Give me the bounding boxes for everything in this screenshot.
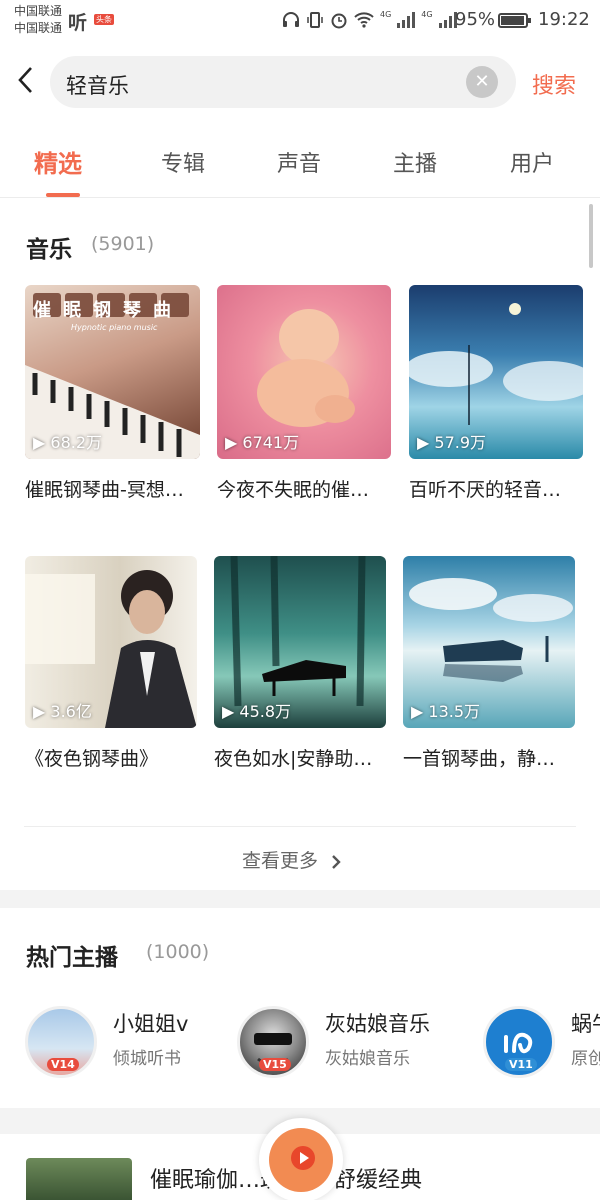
album-title: 夜色如水|安静助…	[214, 748, 373, 770]
section-count: (1000)	[146, 941, 210, 963]
level-badge: V11	[505, 1058, 537, 1071]
play-count: ▶ 68.2万	[33, 433, 103, 452]
play-count: ▶ 3.6亿	[33, 702, 92, 721]
vibrate-icon	[307, 12, 323, 28]
scrollbar[interactable]	[589, 204, 593, 268]
play-count: ▶ 57.9万	[417, 433, 487, 452]
anchor-name: 小姐姐v	[113, 1012, 189, 1036]
anchor-name: 蜗牛	[571, 1012, 600, 1036]
album-cover: 催眠钢琴曲 Hypnotic piano music ▶ 68.2万	[25, 285, 200, 459]
album-title: 今夜不失眠的催…	[217, 479, 370, 501]
album-cover: ▶ 57.9万	[409, 285, 583, 459]
active-tab-indicator	[46, 193, 80, 197]
battery-icon	[498, 13, 531, 28]
signal-2-icon	[438, 12, 457, 28]
album-title: 《夜色钢琴曲》	[25, 748, 159, 770]
search-header: 轻音乐 ✕ 搜索	[0, 40, 600, 124]
network-1: 4G	[380, 10, 392, 19]
section-count: (5901)	[91, 233, 155, 255]
anchor-subtitle: 原创	[571, 1049, 600, 1069]
play-icon: ▶	[222, 702, 240, 721]
see-more-button[interactable]: 查看更多	[242, 846, 344, 873]
alarm-icon	[331, 13, 347, 29]
play-count: ▶ 6741万	[225, 433, 300, 452]
tab-albums[interactable]: 专辑	[161, 146, 205, 178]
cover-subtext: Hypnotic piano music	[71, 323, 158, 332]
search-query: 轻音乐	[66, 74, 129, 98]
carrier-2: 中国联通	[14, 21, 63, 35]
music-section: 音乐 (5901) 催眠钢琴曲 Hypnotic piano music ▶ 6…	[0, 198, 600, 890]
tab-bar: 精选 专辑 声音 主播 用户	[0, 124, 600, 198]
play-icon: ▶	[33, 702, 51, 721]
play-icon: ▶	[417, 433, 435, 452]
play-count: ▶ 13.5万	[411, 702, 481, 721]
anchor-subtitle: 倾城听书	[113, 1049, 181, 1069]
album-title: 一首钢琴曲，静…	[403, 748, 556, 770]
anchor-name: 灰姑娘音乐	[325, 1012, 430, 1036]
album-cover: ▶ 6741万	[217, 285, 391, 459]
hot-anchors-section: 热门主播 (1000) V14 小姐姐v 倾城听书 V15 灰姑娘音乐 灰姑娘音…	[0, 908, 600, 1108]
clock: 19:22	[538, 9, 590, 30]
album-cover: ▶ 3.6亿	[25, 556, 197, 728]
tab-sounds[interactable]: 声音	[277, 146, 321, 178]
status-icons: 4G 4G	[282, 10, 457, 30]
signal-1-icon	[397, 12, 416, 28]
play-icon: ▶	[225, 433, 243, 452]
cover-text: 催眠钢琴曲	[33, 300, 183, 321]
wifi-icon	[354, 12, 374, 28]
player-cover	[269, 1128, 333, 1192]
headphones-icon	[283, 12, 299, 27]
album-title: 催眠钢琴曲-冥想…	[25, 479, 184, 501]
album-thumbnail	[26, 1158, 132, 1200]
level-badge: V15	[259, 1058, 291, 1071]
chevron-right-icon	[332, 854, 341, 869]
search-button[interactable]: 搜索	[532, 68, 576, 100]
chevron-left-icon[interactable]	[16, 66, 36, 94]
play-icon: ▶	[33, 433, 51, 452]
play-icon: ▶	[411, 702, 429, 721]
anchor-subtitle: 灰姑娘音乐	[325, 1049, 410, 1069]
battery-percent: 95%	[455, 9, 496, 30]
section-title: 音乐	[26, 237, 72, 263]
see-more-label: 查看更多	[242, 850, 319, 872]
carrier-1: 中国联通	[14, 4, 63, 18]
network-2: 4G	[421, 10, 433, 19]
app-badge: 头条	[94, 14, 114, 25]
player-fab-icon[interactable]	[259, 1118, 343, 1200]
tab-featured[interactable]: 精选	[34, 144, 82, 179]
tab-anchors[interactable]: 主播	[393, 146, 437, 178]
carrier-labels: 中国联通 中国联通	[14, 3, 62, 37]
tab-users[interactable]: 用户	[510, 146, 554, 178]
status-bar: 中国联通 中国联通 听 头条 4G 4G 95% 19:22	[0, 0, 600, 40]
album-title: 百听不厌的轻音…	[409, 479, 562, 501]
album-cover: ▶ 45.8万	[214, 556, 386, 728]
search-input[interactable]: 轻音乐 ✕	[50, 56, 516, 108]
section-title: 热门主播	[26, 945, 118, 971]
play-count: ▶ 45.8万	[222, 702, 292, 721]
play-icon	[291, 1146, 315, 1170]
app-tag: 听	[68, 12, 88, 34]
album-cover: ▶ 13.5万	[403, 556, 575, 728]
divider	[24, 826, 576, 827]
clear-icon[interactable]: ✕	[466, 66, 498, 98]
level-badge: V14	[47, 1058, 79, 1071]
